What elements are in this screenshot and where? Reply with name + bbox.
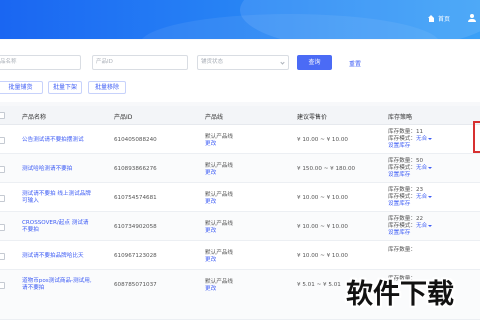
- set-stock-link[interactable]: 设置库存: [388, 172, 410, 179]
- product-line: 默认产品线: [205, 163, 233, 169]
- chevron-down-icon: [428, 195, 433, 198]
- filter-panel: 品名称 产品ID 铺货状态 查询 重置 批量铺货 批量下架 批量移除: [0, 40, 480, 102]
- suggested-price: ¥ 10.00 ~ ¥ 10.00: [297, 195, 348, 201]
- stock-mode: 库存模式：无合: [388, 223, 433, 230]
- set-stock-link[interactable]: 设置库存: [388, 143, 410, 150]
- row-checkbox[interactable]: [0, 166, 5, 173]
- suggested-price: ¥ 5.01 ~ ¥ 5.01: [297, 282, 341, 288]
- watermark-text: 软件下载: [346, 279, 454, 310]
- highlight-marker: [473, 121, 480, 153]
- change-line-link[interactable]: 更改: [205, 199, 216, 206]
- table-header: 产品名称 产品ID 产品线 建议零售价 库存策略: [0, 106, 480, 125]
- stock-mode-value: 无合: [415, 223, 428, 229]
- set-stock-link[interactable]: 设置库存: [388, 201, 410, 208]
- batch-distribute-button[interactable]: 批量铺货: [0, 81, 43, 94]
- change-line-link[interactable]: 更改: [205, 228, 216, 235]
- product-line: 默认产品线: [205, 134, 233, 140]
- stock-mode-select[interactable]: 无合: [415, 223, 433, 229]
- product-line: 默认产品线: [205, 250, 233, 256]
- chevron-down-icon: [280, 60, 285, 65]
- home-icon: [428, 15, 435, 22]
- product-id: 610734902058: [114, 224, 157, 230]
- batch-offshelf-button[interactable]: 批量下架: [48, 81, 82, 94]
- stock-mode-value: 无合: [415, 136, 428, 142]
- row-checkbox[interactable]: [0, 253, 5, 260]
- change-line-link[interactable]: 更改: [205, 170, 216, 177]
- stock-mode-value: 无合: [415, 165, 428, 171]
- product-name-link[interactable]: 公告测试请不要拍摆测试: [22, 137, 94, 144]
- product-name-link[interactable]: CROSSOVER/起点 测试请不要拍: [22, 220, 94, 234]
- change-line-link[interactable]: 更改: [205, 141, 216, 148]
- set-stock-link[interactable]: 设置库存: [388, 230, 410, 237]
- change-line-link[interactable]: 更改: [205, 257, 216, 264]
- product-id: 610893866276: [114, 166, 157, 172]
- select-all-checkbox[interactable]: [0, 112, 5, 119]
- row-checkbox[interactable]: [0, 137, 5, 144]
- product-id: 610405088240: [114, 137, 157, 143]
- stock-quantity: 库存数量：50: [388, 158, 424, 164]
- stock-mode: 库存模式：无合: [388, 194, 433, 201]
- home-label: 首页: [438, 16, 451, 23]
- stock-quantity: 库存数量：: [388, 247, 416, 253]
- table-row: 测试哈哈测请不要拍 610893866276 默认产品线 更改 ¥ 150.00…: [0, 154, 480, 183]
- suggested-price: ¥ 10.00 ~ ¥ 10.00: [297, 137, 348, 143]
- product-name-link[interactable]: 道物币pos测试商品-测试用,请不要拍: [22, 278, 94, 292]
- table-row: 公告测试请不要拍摆测试 610405088240 默认产品线 更改 ¥ 10.0…: [0, 125, 480, 154]
- product-id-input[interactable]: 产品ID: [92, 55, 188, 70]
- stock-quantity: 库存数量：22: [388, 216, 424, 222]
- stock-mode: 库存模式：无合: [388, 136, 433, 143]
- user-icon[interactable]: [468, 14, 476, 22]
- product-id: 608785071037: [114, 282, 157, 288]
- stock-mode-label: 库存模式：: [388, 136, 416, 142]
- stock-mode-select[interactable]: 无合: [415, 194, 433, 200]
- product-name-link[interactable]: 测试哈哈测请不要拍: [22, 166, 94, 173]
- stock-mode-select[interactable]: 无合: [415, 165, 433, 171]
- stock-quantity: 库存数量：11: [388, 129, 424, 135]
- chevron-down-icon: [428, 224, 433, 227]
- table-row: 测试请不要拍品牌哈比天 610967123028 默认产品线 更改 ¥ 10.0…: [0, 241, 480, 270]
- stock-mode-label: 库存模式：: [388, 194, 416, 200]
- product-line: 默认产品线: [205, 192, 233, 198]
- table-row: 测试请不要拍 线上测试品牌可输入 610754574681 默认产品线 更改 ¥…: [0, 183, 480, 212]
- batch-remove-button[interactable]: 批量移除: [88, 81, 126, 94]
- query-button[interactable]: 查询: [297, 55, 332, 70]
- chevron-down-icon: [428, 137, 433, 140]
- stock-mode-label: 库存模式：: [388, 223, 416, 229]
- product-line: 默认产品线: [205, 221, 233, 227]
- product-name-link[interactable]: 测试请不要拍品牌哈比天: [22, 253, 94, 260]
- row-checkbox[interactable]: [0, 224, 5, 231]
- distribution-status-placeholder: 铺货状态: [201, 59, 224, 65]
- suggested-price: ¥ 150.00 ~ ¥ 180.00: [297, 166, 356, 172]
- chevron-down-icon: [428, 166, 433, 169]
- stock-mode-select[interactable]: 无合: [415, 136, 433, 142]
- stock-quantity: 库存数量：23: [388, 187, 424, 193]
- reset-button[interactable]: 重置: [349, 59, 361, 68]
- column-header-stock: 库存策略: [388, 114, 413, 121]
- column-header-line: 产品线: [205, 114, 224, 121]
- stock-mode-label: 库存模式：: [388, 165, 416, 171]
- column-header-id: 产品ID: [114, 114, 133, 121]
- row-checkbox[interactable]: [0, 282, 5, 289]
- column-header-price: 建议零售价: [297, 114, 328, 121]
- stock-mode-value: 无合: [415, 194, 428, 200]
- product-id-placeholder: 产品ID: [96, 59, 113, 65]
- product-name-placeholder: 品名称: [0, 59, 17, 65]
- product-id: 610754574681: [114, 195, 157, 201]
- change-line-link[interactable]: 更改: [205, 286, 216, 293]
- stock-mode: 库存模式：无合: [388, 165, 433, 172]
- home-link[interactable]: 首页: [428, 14, 450, 23]
- product-name-link[interactable]: 测试请不要拍 线上测试品牌可输入: [22, 191, 94, 205]
- suggested-price: ¥ 10.00 ~ ¥ 10.00: [297, 224, 348, 230]
- row-checkbox[interactable]: [0, 195, 5, 202]
- column-header-name: 产品名称: [22, 114, 47, 121]
- suggested-price: ¥ 10.00 ~ ¥ 10.00: [297, 253, 348, 259]
- product-line: 默认产品线: [205, 279, 233, 285]
- table-row: CROSSOVER/起点 测试请不要拍 610734902058 默认产品线 更…: [0, 212, 480, 241]
- distribution-status-select[interactable]: 铺货状态: [197, 55, 289, 70]
- product-name-input[interactable]: 品名称: [0, 55, 81, 70]
- product-id: 610967123028: [114, 253, 157, 259]
- top-header-bar: 首页: [0, 0, 480, 39]
